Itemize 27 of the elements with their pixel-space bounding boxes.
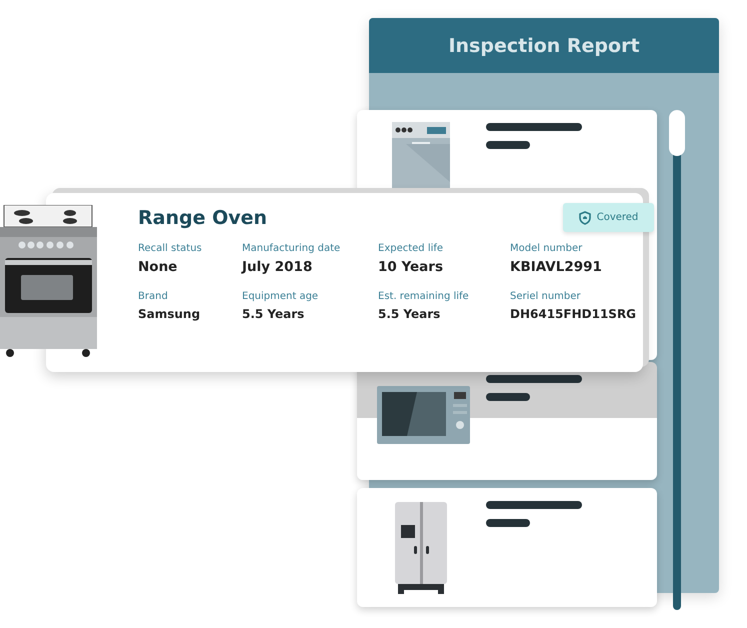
field-value: 10 Years bbox=[378, 259, 444, 275]
field-value: DH6415FHD11SRG bbox=[510, 307, 638, 321]
covered-badge: Covered bbox=[563, 203, 654, 232]
field-value: 5.5 Years bbox=[242, 307, 306, 321]
oven-icon bbox=[0, 205, 97, 358]
field-label: Expected life bbox=[378, 243, 444, 254]
shield-icon bbox=[578, 210, 591, 224]
field-value: 5.5 Years bbox=[378, 307, 442, 321]
field-value: Samsung bbox=[138, 307, 202, 321]
panel-title: Inspection Report bbox=[448, 34, 640, 56]
field-value: None bbox=[138, 259, 178, 275]
fridge-icon bbox=[395, 502, 447, 594]
field-label: Model number bbox=[510, 243, 584, 254]
field-label: Brand bbox=[138, 291, 169, 302]
scroll-thumb[interactable] bbox=[669, 110, 685, 156]
microwave-icon bbox=[377, 386, 470, 444]
field-label: Equipment age bbox=[242, 291, 320, 302]
text-placeholder bbox=[486, 141, 530, 149]
field-label: Manufacturing date bbox=[242, 243, 342, 254]
field-label: Seriel number bbox=[510, 291, 582, 302]
appliance-title: Range Oven bbox=[138, 207, 268, 229]
field-label: Est. remaining life bbox=[378, 291, 470, 302]
field-label: Recall status bbox=[138, 243, 203, 254]
field-value: KBIAVL2991 bbox=[510, 259, 603, 275]
text-placeholder bbox=[486, 519, 530, 527]
field-value: July 2018 bbox=[242, 259, 314, 275]
text-placeholder bbox=[486, 393, 530, 401]
